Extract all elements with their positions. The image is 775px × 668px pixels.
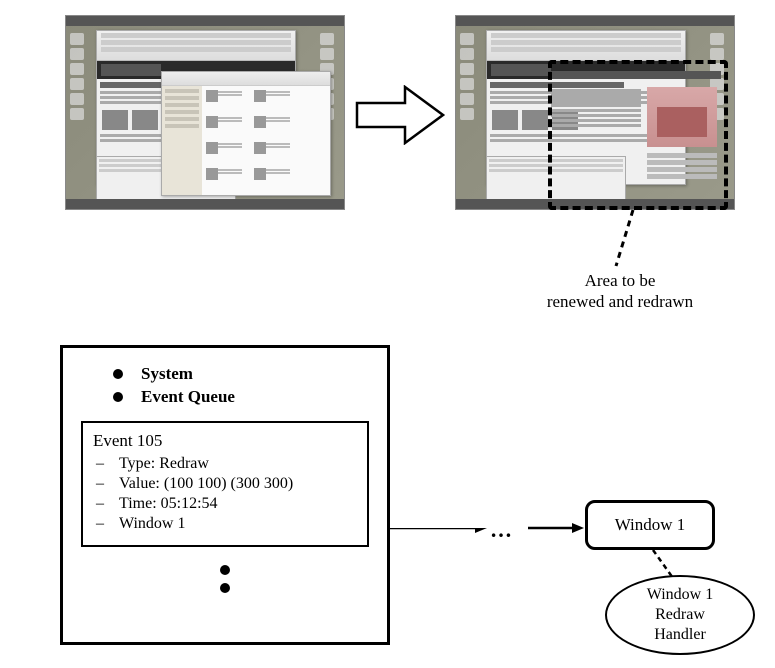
handler-line3: Handler xyxy=(647,625,713,645)
vertical-ellipsis-icon xyxy=(63,565,387,593)
event-time: Time: 05:12:54 xyxy=(119,495,218,513)
event-window: Window 1 xyxy=(119,515,185,533)
process-arrow-icon xyxy=(355,85,445,145)
taskbar-top xyxy=(456,16,734,26)
revealed-redraw-area xyxy=(551,71,721,196)
redraw-handler-node: Window 1 Redraw Handler xyxy=(605,575,755,655)
event-type: Type: Redraw xyxy=(119,455,209,473)
system-event-queue-box: System Event Queue Event 105 –Type: Redr… xyxy=(60,345,390,645)
taskbar-top xyxy=(66,16,344,26)
annotation-line2: renewed and redrawn xyxy=(520,291,720,312)
screenshot-after xyxy=(455,15,735,210)
screenshot-before xyxy=(65,15,345,210)
taskbar-bottom xyxy=(456,199,734,209)
desktop-icons-left xyxy=(460,30,480,195)
event-title: Event 105 xyxy=(93,431,357,451)
event-value: Value: (100 100) (300 300) xyxy=(119,475,293,493)
taskbar-bottom xyxy=(66,199,344,209)
system-label: System xyxy=(141,364,193,384)
event-entry-box: Event 105 –Type: Redraw –Value: (100 100… xyxy=(81,421,369,547)
desktop-icons-left xyxy=(70,30,90,195)
flow-ellipsis: … xyxy=(490,517,515,543)
handler-line1: Window 1 xyxy=(647,585,713,605)
system-header: System Event Queue xyxy=(113,364,387,407)
browser-chrome xyxy=(487,33,685,61)
event-queue-label: Event Queue xyxy=(141,387,235,407)
bullet-icon xyxy=(113,369,123,379)
leader-line xyxy=(608,210,648,270)
browser-chrome xyxy=(97,33,295,61)
redraw-annotation: Area to be renewed and redrawn xyxy=(520,270,720,313)
handler-line2: Redraw xyxy=(647,605,713,625)
popup-window-overlay xyxy=(161,71,331,196)
annotation-line1: Area to be xyxy=(520,270,720,291)
flow-arrow-2 xyxy=(528,520,588,540)
window-node: Window 1 xyxy=(585,500,715,550)
window-label: Window 1 xyxy=(615,515,686,535)
bullet-icon xyxy=(113,392,123,402)
